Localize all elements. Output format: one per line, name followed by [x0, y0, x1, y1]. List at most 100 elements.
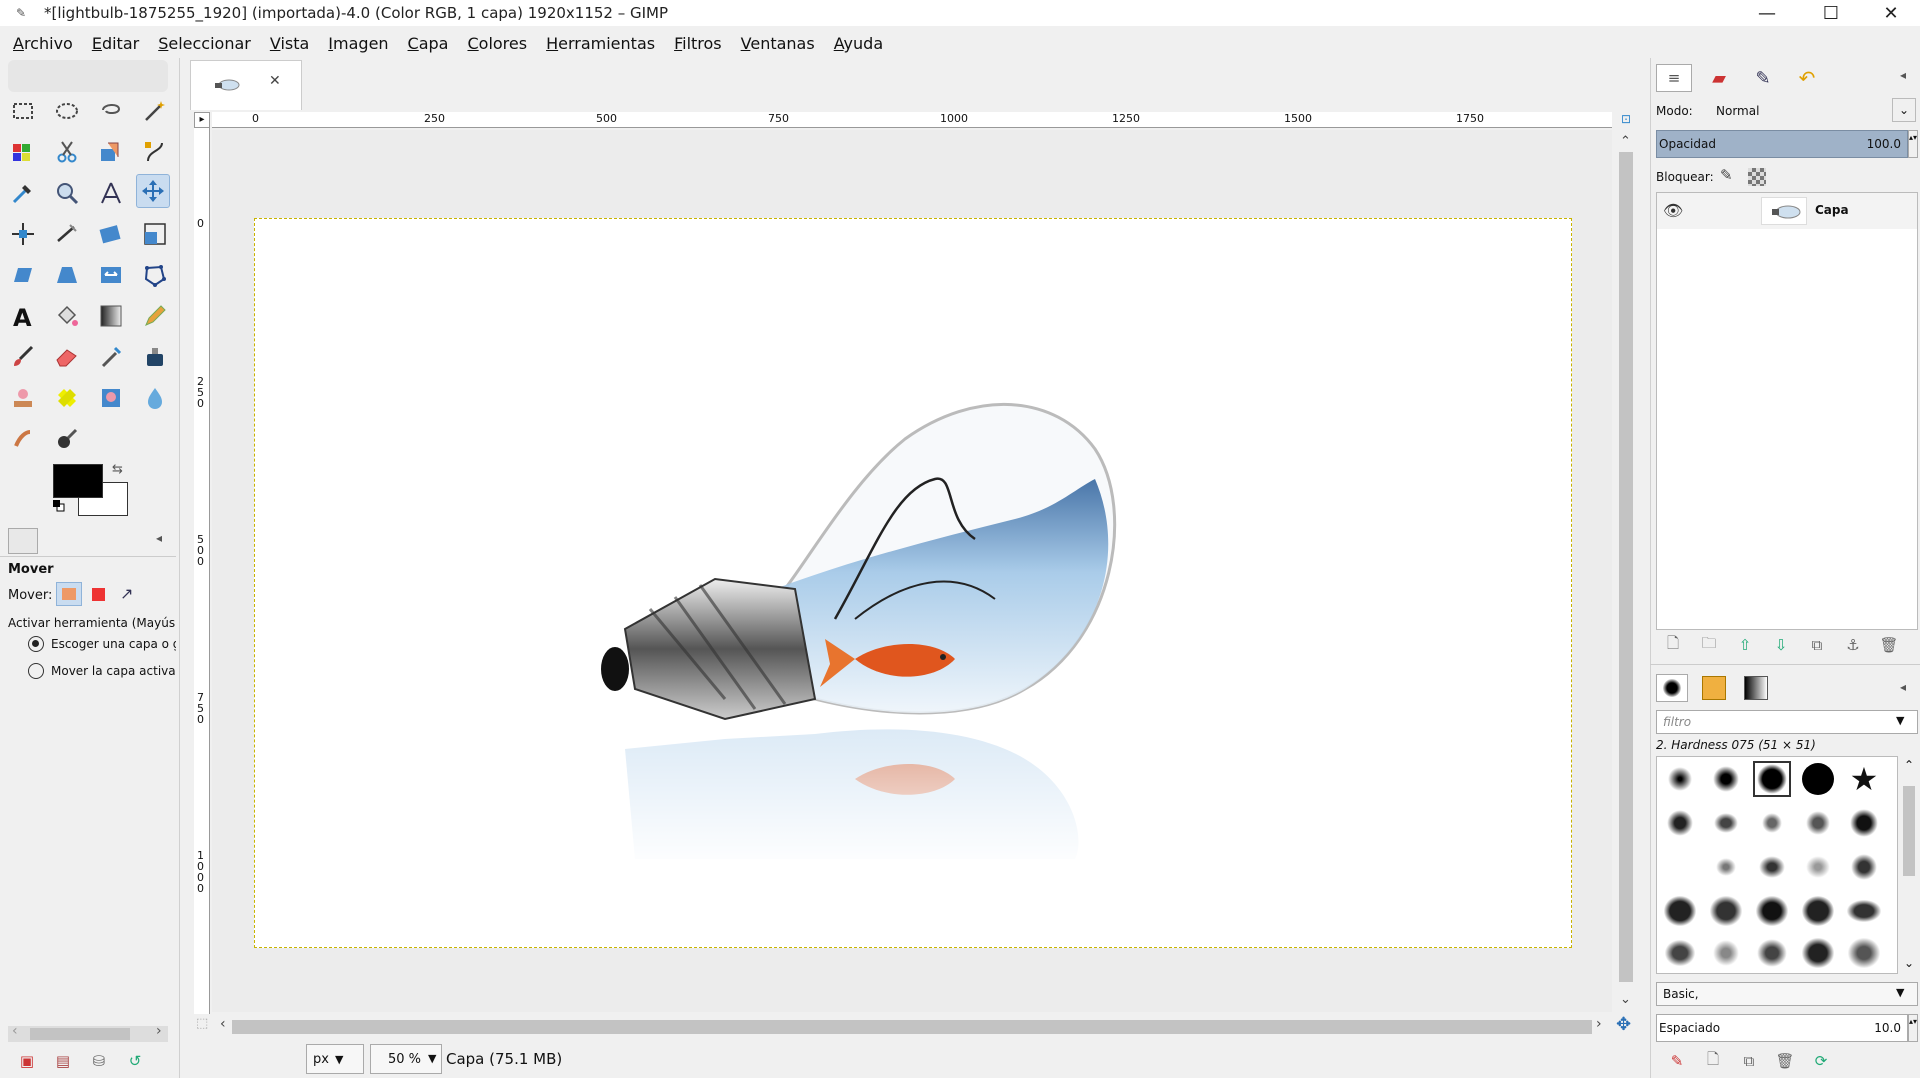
horizontal-scrollbar-thumb[interactable]: [232, 1020, 1592, 1034]
delete-brush-icon[interactable]: 🗑: [1772, 1050, 1798, 1072]
channels-tab-icon[interactable]: ▰: [1702, 64, 1736, 92]
foreground-select-tool-icon[interactable]: [94, 135, 128, 169]
quick-mask-menu-icon[interactable]: ▸: [194, 112, 210, 128]
paintbrush-tool-icon[interactable]: [6, 340, 40, 374]
close-button[interactable]: ✕: [1862, 0, 1920, 26]
move-active-layer-radio[interactable]: [28, 663, 44, 679]
panel-menu-icon[interactable]: ◂: [1900, 680, 1906, 694]
scroll-up-icon[interactable]: ⌃: [1620, 134, 1631, 149]
zoom-tool-icon[interactable]: [50, 176, 84, 210]
bucket-fill-tool-icon[interactable]: [50, 299, 84, 333]
maximize-button[interactable]: ☐: [1802, 0, 1860, 26]
toolbox-scrollbar-thumb[interactable]: [30, 1028, 130, 1040]
brush-item[interactable]: [1753, 935, 1791, 971]
scroll-left-icon[interactable]: ‹: [220, 1016, 226, 1032]
rect-select-tool-icon[interactable]: [6, 94, 40, 128]
opacity-slider[interactable]: Opacidad 100.0: [1656, 130, 1908, 158]
perspective-tool-icon[interactable]: [50, 258, 84, 292]
brush-item[interactable]: [1799, 893, 1837, 929]
mode-select[interactable]: Normal: [1710, 98, 1916, 124]
lock-alpha-icon[interactable]: [1748, 168, 1766, 186]
brush-item-selected[interactable]: [1753, 761, 1791, 797]
brush-grid[interactable]: ★: [1656, 756, 1898, 974]
layers-tab-icon[interactable]: ≡: [1656, 64, 1692, 92]
unified-transform-tool-icon[interactable]: [94, 217, 128, 251]
scroll-left-icon[interactable]: ‹: [12, 1023, 18, 1039]
ellipse-select-tool-icon[interactable]: [50, 94, 84, 128]
dodge-burn-tool-icon[interactable]: [50, 422, 84, 456]
patterns-tab-icon[interactable]: [1698, 674, 1730, 702]
scale-tool-icon[interactable]: [138, 217, 172, 251]
move-layer-icon[interactable]: [56, 582, 82, 606]
menu-ayuda[interactable]: Ayuda: [834, 34, 883, 53]
scroll-down-icon[interactable]: ⌄: [1620, 992, 1631, 1007]
text-tool-icon[interactable]: A: [6, 299, 40, 333]
scroll-right-icon[interactable]: ›: [1596, 1016, 1602, 1032]
opacity-spin-icon[interactable]: ▴▾: [1908, 130, 1918, 158]
heal-tool-icon[interactable]: [50, 381, 84, 415]
duplicate-brush-icon[interactable]: ⧉: [1736, 1050, 1762, 1072]
delete-options-icon[interactable]: ⛁: [86, 1050, 112, 1072]
menu-capa[interactable]: Capa: [408, 34, 449, 53]
brush-item[interactable]: [1799, 849, 1837, 885]
panel-menu-icon[interactable]: ◂: [156, 531, 162, 545]
lower-layer-icon[interactable]: ⇩: [1768, 634, 1794, 656]
gradients-tab-icon[interactable]: [1740, 674, 1772, 702]
menu-seleccionar[interactable]: Seleccionar: [158, 34, 251, 53]
brush-item[interactable]: [1799, 805, 1837, 841]
ink-tool-icon[interactable]: [138, 340, 172, 374]
vertical-ruler[interactable]: 0 250 500 750 1000: [194, 128, 210, 1014]
brush-item[interactable]: [1753, 893, 1791, 929]
brushes-tab-icon[interactable]: [1656, 674, 1688, 702]
brush-item[interactable]: [1753, 849, 1791, 885]
color-picker-tool-icon[interactable]: [6, 176, 40, 210]
chevron-down-icon[interactable]: ▼: [428, 1052, 436, 1065]
brush-preset-select[interactable]: Basic,: [1656, 982, 1918, 1006]
menu-ventanas[interactable]: Ventanas: [741, 34, 815, 53]
foreground-color-swatch[interactable]: [53, 464, 103, 498]
pick-layer-radio[interactable]: [28, 636, 44, 652]
brush-item[interactable]: [1661, 805, 1699, 841]
brush-item[interactable]: [1845, 893, 1883, 929]
smudge-tool-icon[interactable]: [6, 422, 40, 456]
scroll-up-icon[interactable]: ⌃: [1904, 758, 1914, 772]
refresh-brushes-icon[interactable]: ⟳: [1808, 1050, 1834, 1072]
chevron-down-icon[interactable]: ▼: [1896, 986, 1904, 999]
menu-vista[interactable]: Vista: [270, 34, 309, 53]
swap-colors-icon[interactable]: ⇆: [112, 462, 123, 477]
vertical-scrollbar-thumb[interactable]: [1619, 152, 1633, 982]
delete-layer-icon[interactable]: 🗑: [1876, 634, 1902, 656]
spacing-slider[interactable]: Espaciado 10.0: [1656, 1014, 1908, 1042]
paths-tab-icon[interactable]: ✎: [1746, 64, 1780, 92]
brush-item[interactable]: [1707, 805, 1745, 841]
chevron-down-icon[interactable]: ⌄: [1892, 98, 1916, 122]
move-selection-icon[interactable]: [92, 588, 105, 601]
lock-pixels-icon[interactable]: ✎: [1720, 166, 1733, 184]
reset-options-icon[interactable]: ↺: [122, 1050, 148, 1072]
restore-options-icon[interactable]: ▤: [50, 1050, 76, 1072]
layer-row[interactable]: 👁 Capa: [1657, 193, 1917, 229]
brush-item[interactable]: [1753, 805, 1791, 841]
brush-item[interactable]: [1845, 935, 1883, 971]
chevron-down-icon[interactable]: ▼: [1896, 714, 1904, 727]
brush-item[interactable]: [1661, 893, 1699, 929]
toggle-selection-icon[interactable]: ⬚: [196, 1016, 208, 1031]
brush-item[interactable]: [1707, 849, 1745, 885]
brush-item[interactable]: [1707, 893, 1745, 929]
select-by-color-tool-icon[interactable]: [6, 135, 40, 169]
airbrush-tool-icon[interactable]: [94, 340, 128, 374]
scissors-tool-icon[interactable]: [50, 135, 84, 169]
anchor-layer-icon[interactable]: ⚓: [1840, 634, 1866, 656]
duplicate-layer-icon[interactable]: ⧉: [1804, 634, 1830, 656]
move-tool-icon[interactable]: [136, 174, 170, 208]
layers-list[interactable]: [1656, 192, 1918, 630]
new-layer-icon[interactable]: 🗋: [1660, 634, 1686, 656]
edit-brush-icon[interactable]: ✎: [1664, 1050, 1690, 1072]
close-tab-icon[interactable]: ✕: [269, 73, 281, 89]
horizontal-ruler[interactable]: 0 250 500 750 1000 1250 1500 1750: [212, 112, 1612, 128]
menu-archivo[interactable]: Archivo: [13, 34, 73, 53]
zoom-image-icon[interactable]: ⊡: [1614, 112, 1638, 128]
brush-item[interactable]: [1707, 761, 1745, 797]
blur-tool-icon[interactable]: [138, 381, 172, 415]
eraser-tool-icon[interactable]: [50, 340, 84, 374]
